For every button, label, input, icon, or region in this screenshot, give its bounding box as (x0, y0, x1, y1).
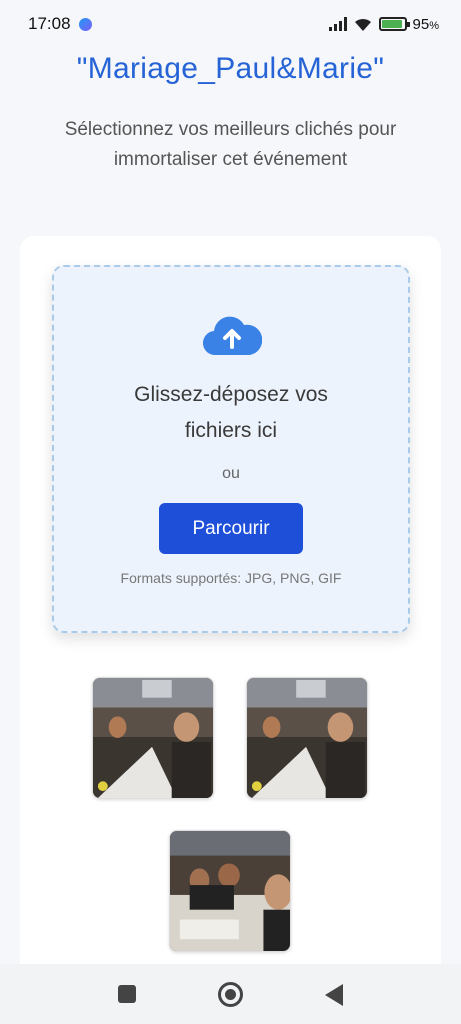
page-title: "Mariage_Paul&Marie" (76, 52, 385, 85)
navigation-bar (0, 964, 461, 1024)
page-subtitle: Sélectionnez vos meilleurs clichés pour … (64, 119, 397, 170)
drop-title-line-2: fichiers ici (184, 419, 278, 442)
battery-percent: 95% (412, 15, 439, 33)
signal-icon (328, 17, 347, 31)
photo-thumbnail[interactable] (169, 830, 291, 952)
or-text: ou (222, 465, 240, 482)
drop-zone-title: Glissez-déposez vos fichiers ici (54, 377, 408, 449)
photo-2 (247, 678, 367, 798)
battery-level (381, 20, 403, 28)
drop-title-line-1: Glissez-déposez vos (134, 383, 328, 406)
status-bar: 17:08 95% (0, 0, 461, 48)
battery-charging-icon (378, 17, 410, 31)
photo-thumbnail[interactable] (246, 677, 368, 799)
browse-button[interactable]: Parcourir (159, 503, 303, 554)
supported-formats: Formats supportés: JPG, PNG, GIF (120, 570, 342, 586)
home-icon[interactable] (218, 982, 243, 1007)
messenger-icon (78, 17, 92, 31)
wifi-icon (354, 18, 371, 31)
photo-1 (93, 678, 213, 798)
status-time: 17:08 (28, 14, 71, 33)
recent-apps-icon[interactable] (118, 985, 136, 1003)
drop-zone[interactable]: Glissez-déposez vos fichiers ici ou Parc… (52, 265, 410, 633)
back-icon[interactable] (325, 984, 343, 1006)
cloud-upload-icon (203, 316, 262, 356)
photo-thumbnail[interactable] (92, 677, 214, 799)
status-left: 17:08 (28, 14, 92, 34)
status-right: 95% (328, 15, 439, 33)
photo-3 (170, 831, 290, 951)
